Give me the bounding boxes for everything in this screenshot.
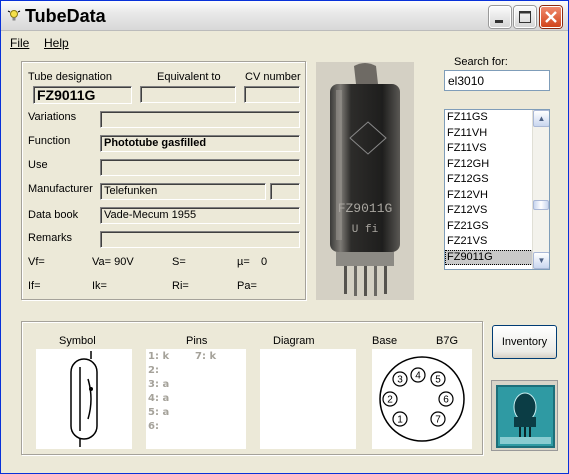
tube-symbol-icon: [70, 351, 98, 447]
base-pin-number: 6: [443, 395, 449, 406]
maximize-button[interactable]: [514, 6, 536, 28]
menu-help-label: Help: [44, 36, 69, 50]
results-list[interactable]: FZ11GS FZ11VH FZ11VS FZ12GH FZ12GS FZ12VH FZ12…: [444, 109, 550, 270]
scroll-down-button[interactable]: ▼: [533, 252, 549, 269]
remarks-field[interactable]: [100, 231, 300, 248]
diagram-panel: [260, 349, 356, 449]
use-field[interactable]: [100, 159, 300, 176]
function-field[interactable]: Phototube gasfilled: [100, 135, 300, 152]
base-panel: 123 4 567: [372, 349, 472, 449]
diagram-label: Diagram: [273, 335, 315, 347]
param-if: If=: [28, 280, 41, 292]
use-label: Use: [28, 159, 48, 171]
pins-label: Pins: [186, 335, 208, 347]
databook-label: Data book: [28, 209, 79, 221]
symbol-label: Symbol: [59, 335, 96, 347]
pins-panel: 1: k 7: k 2: 3: a 4: a 5: a 6:: [146, 349, 246, 449]
minimize-icon: [495, 20, 503, 23]
window-title: TubeData: [25, 6, 106, 26]
maximize-icon: [519, 11, 531, 23]
pin-4: 4: a: [148, 393, 170, 404]
cv-number-label: CV number: [245, 71, 301, 83]
base-pin-number: 4: [415, 371, 421, 382]
tube-logo-icon: [491, 380, 558, 451]
remarks-label: Remarks: [28, 232, 73, 244]
inventory-button[interactable]: Inventory: [492, 325, 557, 359]
menu-help[interactable]: Help: [44, 36, 69, 50]
param-va: Va= 90V: [92, 256, 134, 268]
param-s: S=: [172, 256, 186, 268]
close-button[interactable]: [540, 6, 562, 28]
minimize-button[interactable]: [489, 6, 511, 28]
cv-number-field[interactable]: [244, 86, 300, 103]
menu-bar: File Help: [1, 32, 568, 52]
param-mu-label: µ=: [237, 256, 250, 268]
pin-7: 7: k: [195, 351, 217, 362]
param-pa: Pa=: [237, 280, 257, 292]
manufacturer-field[interactable]: Telefunken: [100, 183, 266, 200]
function-label: Function: [28, 135, 71, 147]
variations-field[interactable]: [100, 111, 300, 128]
designation-label: Tube designation: [28, 71, 112, 83]
base-label: Base: [372, 335, 398, 347]
pin-6: 6:: [148, 421, 159, 432]
variations-label: Variations: [28, 111, 77, 123]
databook-field[interactable]: Vade-Mecum 1955: [100, 207, 300, 224]
lightbulb-icon: [7, 10, 21, 21]
scroll-up-icon: ▲: [537, 114, 546, 123]
photo-label-line2: U fi: [352, 224, 379, 236]
menu-file[interactable]: File: [10, 36, 29, 50]
designation-field[interactable]: FZ9011G: [33, 86, 132, 104]
base-pinout-diagram: 123 4 567: [379, 356, 465, 442]
scroll-down-icon: ▼: [537, 256, 546, 265]
pin-2: 2:: [148, 365, 159, 376]
param-ik: Ik=: [92, 280, 107, 292]
menu-file-label: File: [10, 36, 30, 50]
base-pin-number: 5: [435, 375, 441, 386]
manufacturer-label: Manufacturer: [28, 183, 93, 195]
param-ri: Ri=: [172, 280, 189, 292]
tube-photo: FZ9011G U fi: [316, 62, 414, 300]
pin-3: 3: a: [148, 379, 170, 390]
base-pin-number: 3: [397, 375, 403, 386]
results-scrollbar[interactable]: ▲ ▼: [532, 110, 549, 269]
param-vf: Vf=: [28, 256, 45, 268]
close-icon: [545, 11, 557, 23]
base-type-label: B7G: [436, 335, 459, 347]
base-pin-number: 2: [387, 395, 393, 406]
search-input[interactable]: [444, 70, 550, 91]
base-pin-number: 7: [435, 415, 441, 426]
equivalent-label: Equivalent to: [157, 71, 221, 83]
title-bar: TubeData: [1, 1, 568, 31]
photo-label-line1: FZ9011G: [338, 201, 393, 216]
base-pin-number: 1: [397, 415, 403, 426]
pin-5: 5: a: [148, 407, 170, 418]
pin-1: 1: k: [148, 351, 170, 362]
search-label: Search for:: [454, 56, 508, 68]
equivalent-field[interactable]: [140, 86, 236, 103]
scroll-up-button[interactable]: ▲: [533, 110, 549, 127]
param-mu-value: 0: [261, 256, 268, 268]
manufacturer-extra-field[interactable]: [270, 183, 300, 200]
symbol-panel: [36, 349, 132, 449]
scroll-thumb[interactable]: [533, 200, 549, 210]
app-window: TubeData File Help Tube designation Equi…: [0, 0, 569, 474]
